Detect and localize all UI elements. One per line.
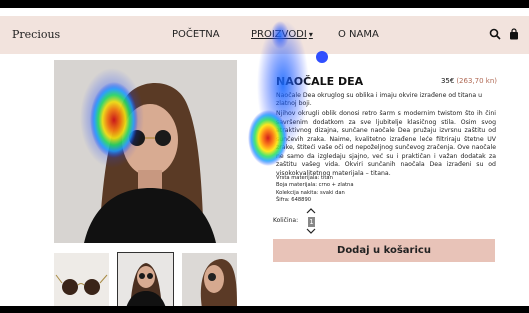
glasses-flat-image: [54, 253, 109, 306]
spec-color: Boja materijala: crno + zlatna: [276, 182, 354, 189]
spec-material: Vrsta materijala: titan: [276, 175, 333, 181]
thumbnail-3[interactable]: [182, 253, 237, 306]
price-eur: 35€: [440, 77, 455, 85]
quantity-value[interactable]: 1: [308, 217, 315, 227]
product-description: Njihov okrugli oblik donosi retro šarm s…: [276, 110, 496, 177]
nav-item-o-nama[interactable]: O NAMA: [338, 29, 379, 40]
chevron-up-icon[interactable]: [306, 208, 316, 214]
product-price: 35€ (263,70 kn): [441, 77, 497, 85]
bag-icon[interactable]: [508, 28, 520, 40]
thumbnail-2[interactable]: [117, 252, 174, 306]
brand-logo[interactable]: Precious: [12, 28, 60, 41]
product-main-image: [54, 60, 237, 243]
model-profile-image: [182, 253, 237, 306]
model-thumb-image: [118, 253, 173, 306]
page-frame: Precious POČETNA PROIZVODI ▾ O NAMA NAOČ…: [0, 8, 529, 306]
quantity-label: Količina:: [273, 217, 299, 224]
search-icon[interactable]: [489, 28, 501, 40]
product-title: NAOČALE DEA: [276, 75, 364, 88]
model-photo: [54, 60, 237, 243]
nav-item-proizvodi-label: PROIZVODI: [251, 29, 307, 40]
nav-item-proizvodi[interactable]: PROIZVODI ▾: [251, 29, 313, 40]
spec-code: Šifra: 648890: [276, 196, 312, 203]
product-specs: Vrsta materijala: titan Boja materijala:…: [276, 175, 354, 204]
add-to-cart-button[interactable]: Dodaj u košaricu: [273, 239, 495, 262]
top-nav: Precious POČETNA PROIZVODI ▾ O NAMA: [0, 16, 529, 54]
product-intro: Naočale Dea okruglog su oblika i imaju o…: [276, 92, 483, 107]
chevron-down-icon: ▾: [308, 30, 313, 39]
price-kn: (263,70 kn): [456, 77, 497, 85]
nav-item-pocetna[interactable]: POČETNA: [172, 29, 220, 40]
spec-collection: Kolekcija nakita: svaki dan: [276, 189, 345, 196]
thumbnail-1[interactable]: [54, 253, 109, 306]
chevron-down-icon[interactable]: [306, 228, 316, 234]
